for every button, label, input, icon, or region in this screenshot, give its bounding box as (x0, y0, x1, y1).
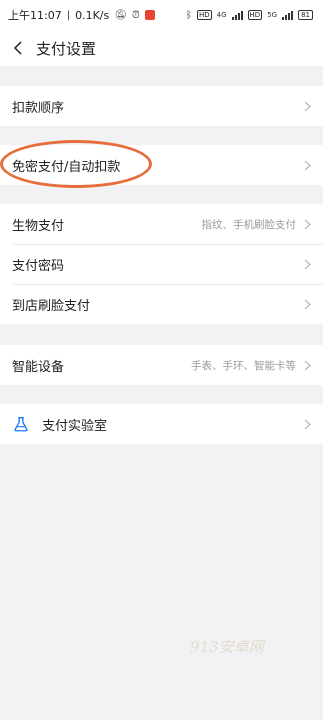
settings-row-password-free[interactable]: 免密支付/自动扣款 (0, 145, 323, 185)
flask-icon (12, 414, 32, 434)
settings-row-instore-face-pay[interactable]: 到店刷脸支付 (0, 284, 323, 324)
network-type: 4G (216, 11, 227, 19)
chevron-right-icon (304, 299, 311, 310)
row-label: 免密支付/自动扣款 (12, 159, 121, 175)
app-notification-icon (144, 10, 155, 20)
row-label: 扣款顺序 (12, 100, 65, 116)
chevron-right-icon (304, 219, 311, 230)
status-bar: 上午11:07 | 0.1K/s 🔕︎ ⏰︎ ᛒ HD 4G HD 5G 81 (0, 0, 323, 30)
status-bar-left: 上午11:07 | 0.1K/s 🔕︎ ⏰︎ (8, 7, 155, 23)
chevron-right-icon (304, 101, 311, 112)
settings-row-deduct-order[interactable]: 扣款顺序 (0, 86, 323, 126)
settings-group-pay-lab: 支付实验室 (0, 404, 323, 444)
title-bar: 支付设置 (0, 30, 323, 66)
back-button[interactable] (0, 30, 36, 66)
page-title: 支付设置 (36, 39, 97, 58)
status-net-speed: 0.1K/s (75, 8, 110, 22)
row-label: 支付实验室 (42, 418, 108, 434)
network-type: 5G (267, 11, 278, 19)
settings-group-password-free: 免密支付/自动扣款 (0, 145, 323, 185)
row-label: 到店刷脸支付 (12, 298, 91, 314)
row-value: 指纹、手机刷脸支付 (201, 218, 297, 231)
chevron-right-icon (304, 259, 311, 270)
bluetooth-icon: ᛒ (185, 9, 192, 21)
mute-icon: 🔕︎ (114, 9, 127, 21)
settings-row-pay-password[interactable]: 支付密码 (0, 244, 323, 284)
chevron-right-icon (304, 419, 311, 430)
row-label: 生物支付 (12, 218, 65, 234)
row-value: 手表、手环、智能卡等 (191, 359, 296, 372)
chevron-right-icon (304, 360, 311, 371)
battery-icon: 81 (298, 10, 313, 20)
row-label: 支付密码 (12, 258, 65, 274)
settings-group-deduct-order: 扣款顺序 (0, 86, 323, 126)
status-time: 上午11:07 (8, 9, 62, 22)
status-bar-right: ᛒ HD 4G HD 5G 81 (186, 10, 313, 21)
signal-icon (231, 10, 243, 20)
chevron-right-icon (304, 160, 311, 171)
chevron-left-icon (13, 41, 22, 55)
settings-row-smart-devices[interactable]: 智能设备 手表、手环、智能卡等 (0, 345, 323, 385)
signal-icon (282, 10, 294, 20)
settings-group-security: 生物支付 指纹、手机刷脸支付 支付密码 到店刷脸支付 (0, 204, 323, 324)
row-label: 智能设备 (12, 359, 65, 375)
settings-group-smart-devices: 智能设备 手表、手环、智能卡等 (0, 345, 323, 385)
alarm-icon: ⏰︎ (131, 9, 140, 21)
hd-badge: HD (247, 10, 263, 20)
watermark: 913安卓网 (190, 638, 264, 656)
settings-row-pay-lab[interactable]: 支付实验室 (0, 404, 323, 444)
hd-badge: HD (196, 10, 212, 20)
settings-row-biometric-pay[interactable]: 生物支付 指纹、手机刷脸支付 (0, 204, 323, 244)
